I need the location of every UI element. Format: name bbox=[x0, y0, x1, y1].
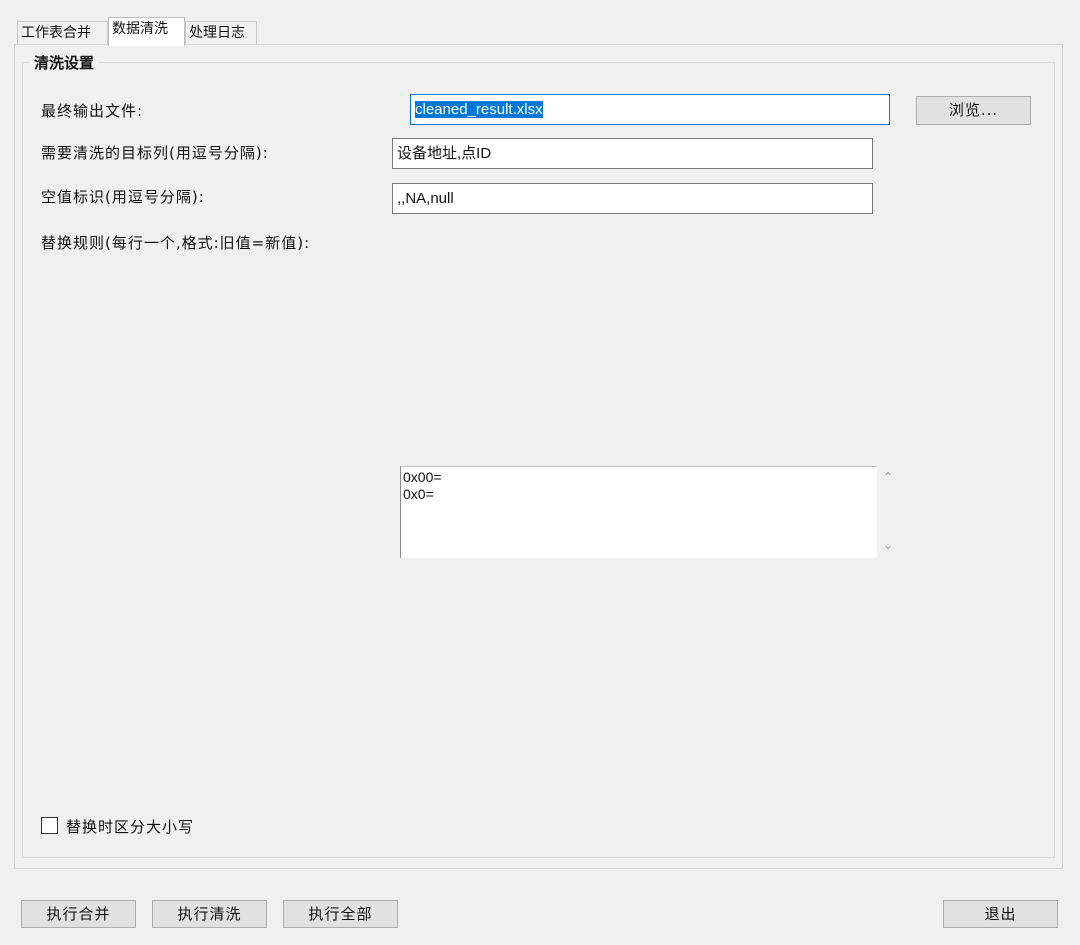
null-markers-input[interactable]: ,,NA,null bbox=[392, 183, 873, 214]
group-title: 清洗设置 bbox=[30, 52, 99, 73]
target-columns-label: 需要清洗的目标列(用逗号分隔): bbox=[41, 144, 269, 162]
cleaning-settings-group bbox=[22, 62, 1055, 858]
output-file-input[interactable]: cleaned_result.xlsx bbox=[410, 94, 890, 125]
clean-button[interactable]: 执行清洗 bbox=[152, 900, 267, 928]
null-markers-label: 空值标识(用逗号分隔): bbox=[41, 188, 205, 206]
browse-button[interactable]: 浏览... bbox=[916, 96, 1031, 125]
run-all-button[interactable]: 执行全部 bbox=[283, 900, 398, 928]
target-columns-input[interactable]: 设备地址,点ID bbox=[392, 138, 873, 169]
case-sensitive-checkbox[interactable] bbox=[41, 817, 58, 834]
chevron-down-icon[interactable]: ⌄ bbox=[880, 538, 896, 554]
tab-data-cleaning[interactable]: 数据清洗 bbox=[108, 17, 185, 46]
output-file-value: cleaned_result.xlsx bbox=[415, 101, 543, 118]
exit-button[interactable]: 退出 bbox=[943, 900, 1058, 928]
rule-line: 0x00= bbox=[403, 469, 442, 485]
tab-sheet-merge[interactable]: 工作表合并 bbox=[17, 21, 108, 44]
output-file-label: 最终输出文件: bbox=[41, 102, 144, 120]
merge-button[interactable]: 执行合并 bbox=[21, 900, 136, 928]
case-sensitive-label: 替换时区分大小写 bbox=[66, 818, 195, 836]
replace-rules-textarea[interactable]: 0x00= 0x0= bbox=[400, 466, 877, 558]
rule-line: 0x0= bbox=[403, 486, 434, 502]
tab-process-log[interactable]: 处理日志 bbox=[185, 21, 257, 44]
replace-rules-label: 替换规则(每行一个,格式:旧值=新值): bbox=[41, 234, 311, 252]
chevron-up-icon[interactable]: ⌃ bbox=[880, 470, 896, 486]
